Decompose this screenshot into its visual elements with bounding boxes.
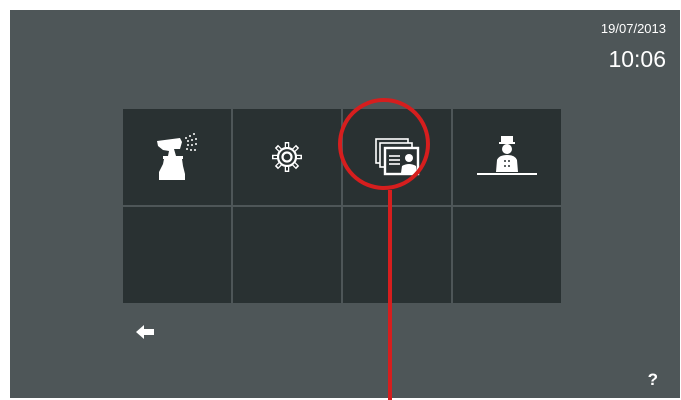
date-display: 19/07/2013 <box>600 21 666 36</box>
device-screen: 19/07/2013 10:06 ? <box>10 10 680 398</box>
spray-bottle-icon <box>157 133 197 180</box>
menu-tile-empty <box>343 207 451 303</box>
menu-tile-empty <box>123 207 231 303</box>
concierge-icon <box>477 136 537 175</box>
help-button[interactable]: ? <box>648 370 658 390</box>
menu-tile-empty <box>233 207 341 303</box>
menu-tile-concierge[interactable] <box>453 109 561 205</box>
highlight-circle <box>338 98 430 190</box>
menu-tile-empty <box>453 207 561 303</box>
menu-tile-settings[interactable] <box>233 109 341 205</box>
back-arrow-icon[interactable] <box>135 324 155 340</box>
pointer-line <box>388 190 392 400</box>
menu-tile-cleaning[interactable] <box>123 109 231 205</box>
gear-icon <box>272 142 302 172</box>
time-display: 10:06 <box>608 46 666 72</box>
